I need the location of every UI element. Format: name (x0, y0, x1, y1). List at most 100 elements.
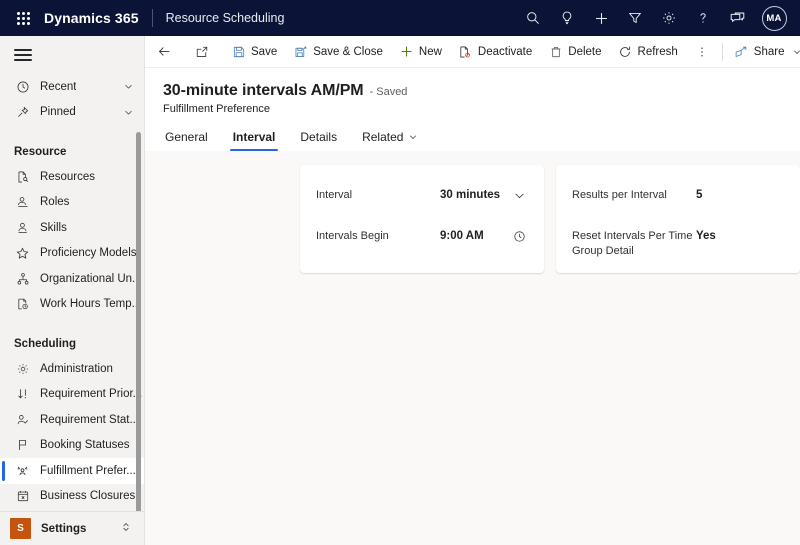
sidebar-item-label: Roles (40, 196, 70, 209)
sidebar-item-recent[interactable]: Recent (0, 74, 144, 100)
deactivate-icon (458, 45, 473, 59)
refresh-button[interactable]: Refresh (610, 36, 686, 68)
chevron-down-icon[interactable] (123, 107, 134, 118)
sidebar-item-organizational-units[interactable]: Organizational Un... (0, 266, 144, 292)
reset-intervals-toggle[interactable]: Yes (696, 220, 784, 252)
form-card-row: Interval 30 minutes Intervals Begin 9:00… (300, 165, 800, 273)
save-close-icon (293, 45, 308, 59)
user-avatar-button[interactable]: MA (754, 0, 794, 36)
main-content-area: Save Save & Close New Deactivate Delete … (145, 36, 800, 545)
plus-icon (399, 44, 414, 59)
save-icon (231, 45, 246, 59)
delete-button[interactable]: Delete (540, 36, 609, 68)
org-chart-icon (14, 270, 31, 287)
sidebar-item-work-hours-templates[interactable]: Work Hours Temp... (0, 292, 144, 318)
help-icon[interactable] (686, 0, 720, 36)
results-card: Results per Interval 5 Reset Intervals P… (556, 165, 800, 273)
sort-priority-icon (14, 386, 31, 403)
updown-chevron-icon[interactable] (120, 520, 132, 538)
share-button[interactable]: Share (726, 36, 800, 68)
gear-icon[interactable] (652, 0, 686, 36)
star-icon (14, 245, 31, 262)
sidebar-group-title-scheduling: Scheduling (14, 338, 76, 350)
command-label: Refresh (637, 45, 678, 58)
hamburger-icon[interactable] (14, 46, 32, 64)
form-body: Interval 30 minutes Intervals Begin 9:00… (145, 151, 800, 545)
back-button[interactable] (149, 36, 180, 68)
filter-icon[interactable] (618, 0, 652, 36)
avatar: MA (761, 5, 787, 31)
sidebar-item-roles[interactable]: Roles (0, 190, 144, 216)
settings-area-switcher[interactable]: S Settings (0, 511, 144, 545)
top-navigation-bar: Dynamics 365 Resource Scheduling MA (0, 0, 800, 36)
brand-title[interactable]: Dynamics 365 (36, 10, 139, 26)
sidebar-item-requirement-priorities[interactable]: Requirement Prior... (0, 382, 144, 408)
sidebar-item-proficiency-models[interactable]: Proficiency Models (0, 241, 144, 267)
intervals-begin-timepicker[interactable]: 9:00 AM (440, 220, 528, 252)
chevron-down-icon (789, 47, 800, 57)
sidebar-item-label: Work Hours Temp... (40, 298, 142, 311)
record-title-row: 30-minute intervals AM/PM - Saved (145, 82, 800, 100)
sidebar-item-skills[interactable]: Skills (0, 215, 144, 241)
resource-document-icon (14, 168, 31, 185)
page-title: 30-minute intervals AM/PM (163, 82, 364, 99)
command-label: New (418, 45, 442, 58)
new-button[interactable]: New (391, 36, 450, 68)
open-new-window-icon (194, 45, 209, 59)
field-interval: Interval 30 minutes (316, 179, 528, 215)
app-name-label[interactable]: Resource Scheduling (166, 11, 285, 25)
save-button[interactable]: Save (223, 36, 285, 68)
field-label: Interval (316, 189, 353, 201)
field-label: Intervals Begin (316, 230, 389, 242)
sitemap-sidebar: Recent Pinned Resource Resources Roles S… (0, 36, 145, 545)
sidebar-item-resources[interactable]: Resources (0, 164, 144, 190)
search-icon[interactable] (516, 0, 550, 36)
deactivate-button[interactable]: Deactivate (450, 36, 540, 68)
top-nav-actions: MA (516, 0, 794, 36)
sidebar-item-label: Recent (40, 80, 77, 93)
clock-icon[interactable] (513, 230, 528, 243)
sidebar-item-requirement-statuses[interactable]: Requirement Stat... (0, 407, 144, 433)
sidebar-item-label: Requirement Stat... (40, 413, 140, 426)
lightbulb-icon[interactable] (550, 0, 584, 36)
tab-interval[interactable]: Interval (229, 130, 279, 151)
command-label: Save (251, 45, 278, 58)
chevron-down-icon[interactable] (123, 81, 134, 92)
field-label: Results per Interval (572, 189, 667, 201)
flag-icon (14, 437, 31, 454)
share-icon (734, 45, 749, 59)
app-launcher-button[interactable] (10, 0, 36, 36)
fulfillment-icon (14, 462, 31, 479)
nav-divider (151, 9, 153, 27)
sidebar-item-booking-statuses[interactable]: Booking Statuses (0, 433, 144, 459)
sidebar-item-requirement-groups[interactable]: Requirement Gro... (0, 509, 144, 511)
person-icon (14, 219, 31, 236)
sitemap-toggle-row (0, 36, 144, 74)
ellipsis-vertical-icon (695, 45, 710, 59)
tab-general[interactable]: General (163, 130, 210, 151)
record-header: 30-minute intervals AM/PM - Saved Fulfil… (145, 68, 800, 151)
command-overflow-button[interactable] (686, 36, 719, 68)
sidebar-item-label: Fulfillment Prefer... (40, 464, 136, 477)
plus-icon[interactable] (584, 0, 618, 36)
sidebar-item-label: Skills (40, 221, 67, 234)
feedback-icon[interactable] (720, 0, 754, 36)
sidebar-item-business-closures[interactable]: Business Closures (0, 484, 144, 510)
sidebar-scrollbar[interactable] (136, 132, 141, 511)
sidebar-item-fulfillment-preferences[interactable]: Fulfillment Prefer... (0, 458, 144, 484)
results-per-interval-input[interactable]: 5 (696, 179, 784, 211)
tab-related[interactable]: Related (360, 130, 420, 151)
save-and-close-button[interactable]: Save & Close (285, 36, 391, 68)
interval-dropdown[interactable]: 30 minutes (440, 179, 528, 211)
chevron-down-icon[interactable] (513, 189, 528, 202)
popout-button[interactable] (186, 36, 217, 68)
tab-details[interactable]: Details (298, 130, 339, 151)
sidebar-item-administration[interactable]: Administration (0, 356, 144, 382)
sidebar-item-label: Requirement Prior... (40, 388, 143, 401)
tab-label: Details (300, 130, 338, 144)
sidebar-item-pinned[interactable]: Pinned (0, 100, 144, 126)
sidebar-item-label: Booking Statuses (40, 439, 130, 452)
sidebar-item-label: Resources (40, 170, 95, 183)
